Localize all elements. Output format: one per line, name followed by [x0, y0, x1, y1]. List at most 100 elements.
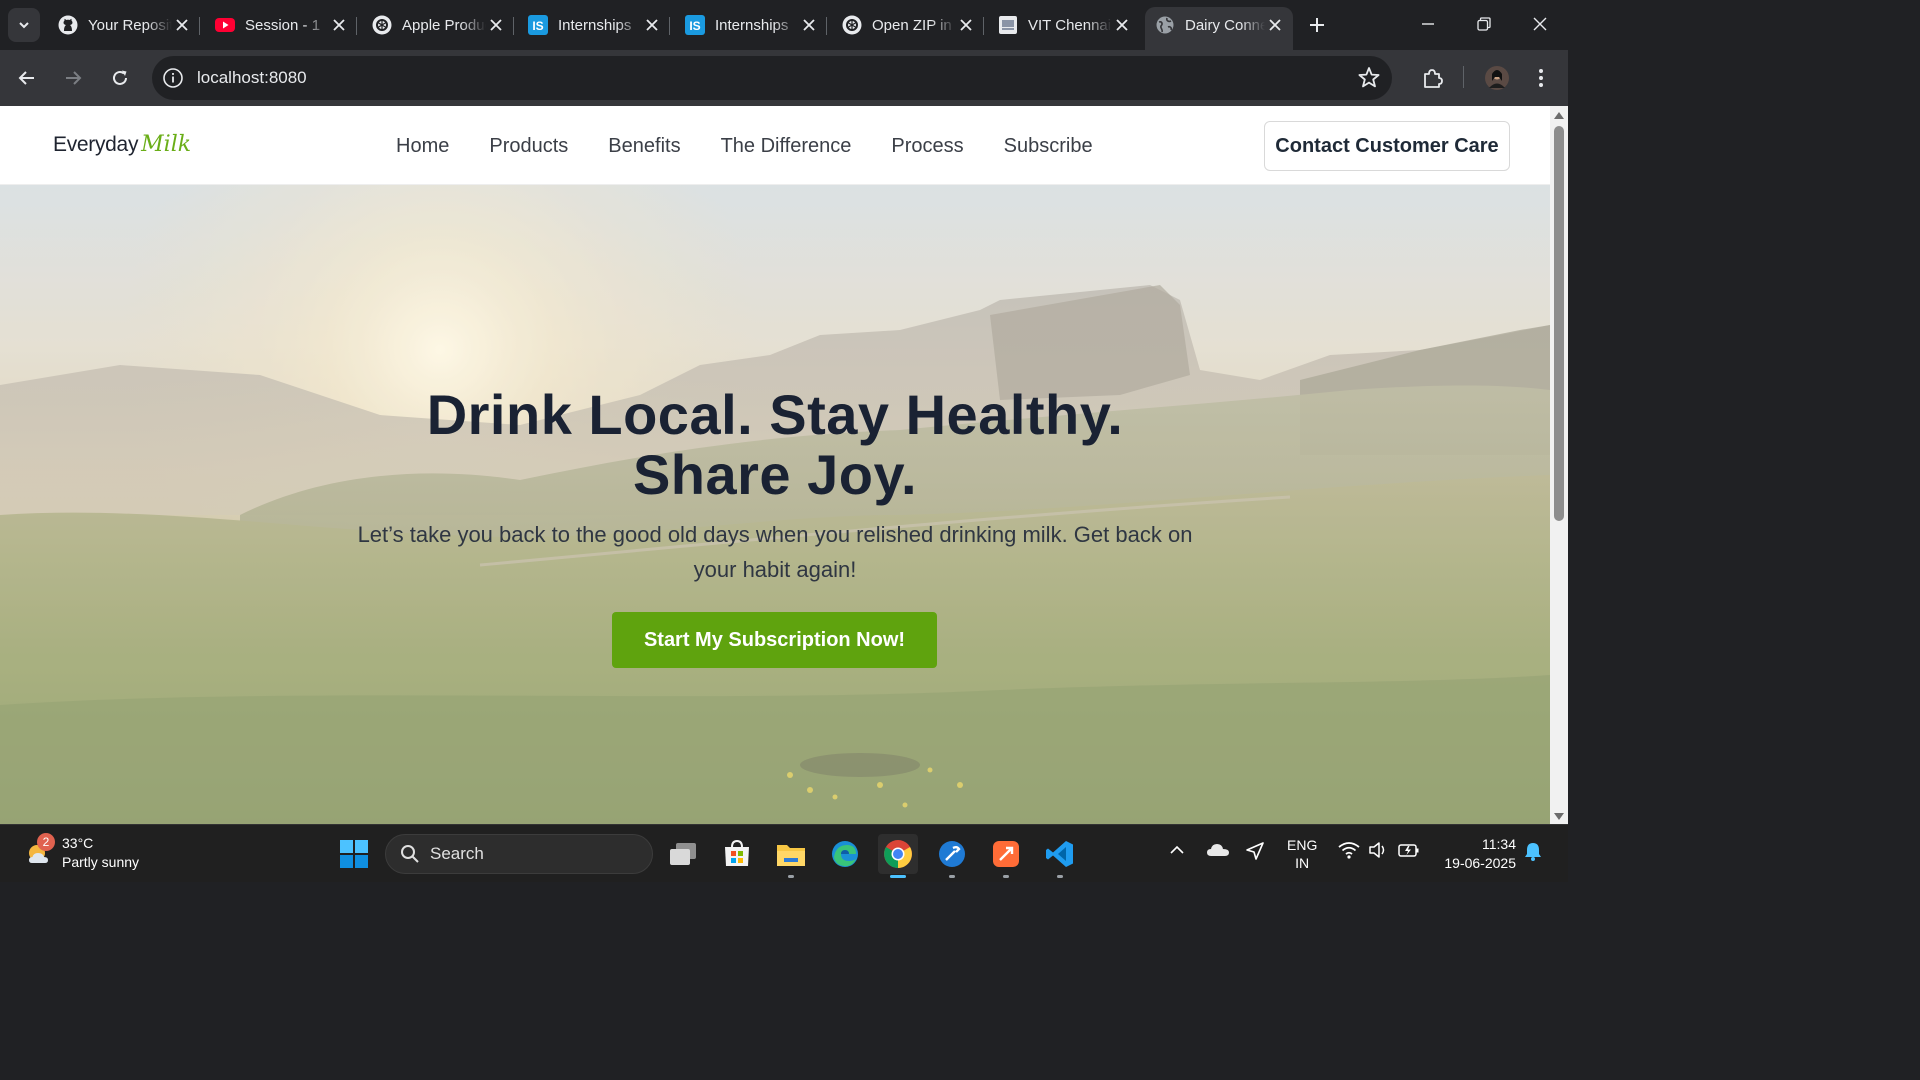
- tab-separator: [513, 17, 514, 35]
- close-icon[interactable]: [956, 15, 976, 35]
- nav-products[interactable]: Products: [489, 135, 568, 158]
- hero-subtitle: Let’s take you back to the good old days…: [357, 522, 1193, 582]
- site-logo[interactable]: Everyday Milk: [53, 132, 191, 157]
- close-icon[interactable]: [172, 15, 192, 35]
- close-icon[interactable]: [799, 15, 819, 35]
- toolbar-divider: [1463, 66, 1464, 88]
- restore-button[interactable]: [1456, 4, 1512, 44]
- taskbar-search[interactable]: Search: [385, 834, 653, 874]
- notifications-button[interactable]: [1524, 841, 1542, 864]
- address-bar[interactable]: localhost:8080: [152, 56, 1392, 100]
- taskbar-file-explorer[interactable]: [771, 834, 811, 878]
- cloud-icon: [1207, 844, 1229, 856]
- arrow-right-icon: [66, 71, 82, 85]
- tab-title: Session - 1: [245, 16, 321, 34]
- weather-widget[interactable]: 2 33°C Partly sunny: [24, 833, 139, 872]
- nav-home[interactable]: Home: [396, 135, 449, 158]
- close-icon[interactable]: [1265, 15, 1285, 35]
- battery-charging-icon: [1398, 844, 1419, 857]
- close-icon[interactable]: [329, 15, 349, 35]
- kebab-menu-icon: [1539, 69, 1543, 87]
- tab-github[interactable]: Your Repositories: [48, 7, 200, 43]
- hero-title: Drink Local. Stay Healthy. Share Joy.: [0, 385, 1550, 505]
- start-subscription-button[interactable]: Start My Subscription Now!: [612, 612, 937, 668]
- bookmark-star-icon[interactable]: [1356, 65, 1382, 91]
- chevron-down-icon: [19, 22, 29, 29]
- show-hidden-icons-button[interactable]: [1168, 841, 1186, 862]
- plus-icon: [1310, 18, 1324, 32]
- start-button[interactable]: [334, 834, 374, 874]
- reload-button[interactable]: [103, 61, 137, 95]
- scroll-up-arrow-icon[interactable]: [1554, 112, 1564, 119]
- location-tray[interactable]: [1245, 841, 1265, 864]
- taskbar-chrome[interactable]: [878, 834, 918, 878]
- globe-icon: [1155, 15, 1175, 35]
- system-clock[interactable]: 11:34 19-06-2025: [1438, 835, 1516, 873]
- folder-icon: [777, 845, 805, 866]
- hero-section: Drink Local. Stay Healthy. Share Joy. Le…: [0, 185, 1550, 824]
- taskbar-app-orange[interactable]: [986, 834, 1026, 878]
- weather-badge: 2: [37, 833, 55, 851]
- tab-youtube[interactable]: Session - 1: [205, 7, 357, 43]
- svg-text:IS: IS: [532, 19, 543, 33]
- tab-separator: [669, 17, 670, 35]
- task-view-button[interactable]: [663, 834, 703, 874]
- close-icon: [1533, 17, 1547, 31]
- forward-button[interactable]: [56, 61, 90, 95]
- tab-vit-chennai[interactable]: VIT Chennai: [988, 7, 1140, 43]
- github-icon: [58, 15, 78, 35]
- battery-tray[interactable]: [1398, 841, 1420, 862]
- edge-icon: [832, 841, 858, 867]
- windows-taskbar: 2 33°C Partly sunny Search ENG IN 11:34 …: [0, 824, 1568, 882]
- contact-customer-care-button[interactable]: Contact Customer Care: [1264, 121, 1510, 171]
- tab-internships-1[interactable]: IS Internships: [518, 7, 670, 43]
- tab-apple-products[interactable]: Apple Products: [362, 7, 514, 43]
- taskbar-vscode[interactable]: [1040, 834, 1080, 878]
- close-window-button[interactable]: [1512, 4, 1568, 44]
- internshala-icon: IS: [685, 15, 705, 35]
- volume-tray[interactable]: [1368, 841, 1388, 862]
- back-button[interactable]: [10, 61, 44, 95]
- tab-separator: [199, 17, 200, 35]
- page-scrollbar[interactable]: [1550, 106, 1568, 824]
- close-icon[interactable]: [642, 15, 662, 35]
- taskbar-app-blue[interactable]: [932, 834, 972, 878]
- nav-subscribe[interactable]: Subscribe: [1004, 135, 1093, 158]
- site-header: Everyday Milk Home Products Benefits The…: [0, 106, 1550, 185]
- extensions-button[interactable]: [1416, 62, 1448, 94]
- close-icon[interactable]: [486, 15, 506, 35]
- tab-internships-2[interactable]: IS Internships: [675, 7, 827, 43]
- new-tab-button[interactable]: [1302, 10, 1332, 40]
- nav-the-difference[interactable]: The Difference: [721, 135, 852, 158]
- page-viewport: Everyday Milk Home Products Benefits The…: [0, 106, 1550, 824]
- taskbar-edge[interactable]: [825, 834, 865, 874]
- running-indicator: [890, 875, 906, 878]
- puzzle-icon: [1424, 69, 1443, 88]
- tab-title: Open ZIP in: [872, 16, 952, 34]
- speaker-icon: [1369, 842, 1385, 858]
- nav-process[interactable]: Process: [891, 135, 963, 158]
- avatar-icon: [1485, 66, 1509, 90]
- site-info-icon[interactable]: [162, 67, 184, 89]
- running-indicator: [788, 875, 794, 878]
- tab-open-zip[interactable]: Open ZIP in: [832, 7, 984, 43]
- minimize-button[interactable]: [1400, 4, 1456, 44]
- scroll-down-arrow-icon[interactable]: [1554, 813, 1564, 820]
- lang-line-1: ENG: [1287, 837, 1318, 853]
- url-text[interactable]: localhost:8080: [197, 68, 307, 88]
- scrollbar-thumb[interactable]: [1554, 126, 1564, 521]
- profile-avatar[interactable]: [1481, 62, 1513, 94]
- tab-separator: [826, 17, 827, 35]
- onedrive-tray[interactable]: [1206, 841, 1230, 862]
- language-indicator[interactable]: ENG IN: [1287, 836, 1317, 872]
- store-icon: [725, 839, 749, 866]
- close-icon[interactable]: [1112, 15, 1132, 35]
- running-indicator: [1057, 875, 1063, 878]
- nav-benefits[interactable]: Benefits: [608, 135, 680, 158]
- tab-dairy-connect[interactable]: Dairy Connect: [1145, 7, 1293, 50]
- wifi-tray[interactable]: [1338, 841, 1360, 862]
- browser-menu-button[interactable]: [1525, 62, 1557, 94]
- restore-icon: [1477, 17, 1491, 31]
- tab-search-button[interactable]: [8, 8, 40, 42]
- taskbar-microsoft-store[interactable]: [717, 834, 757, 874]
